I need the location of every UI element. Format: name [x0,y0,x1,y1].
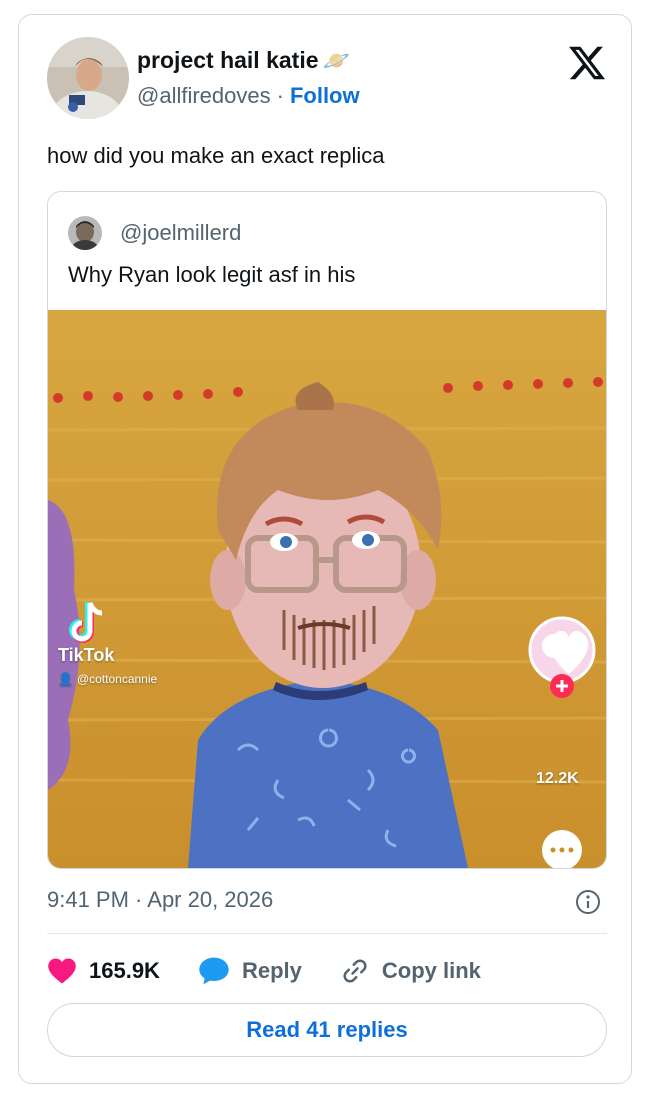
quoted-tweet[interactable]: @joelmillerd Why Ryan look legit asf in … [47,191,607,869]
like-button[interactable]: 165.9K [47,957,160,985]
read-replies-button[interactable]: Read 41 replies [47,1003,607,1057]
embedded-tweet-card: project hail katie 🪐 @allfiredoves · Follo… [18,14,632,1084]
link-icon [343,959,367,983]
tiktok-username: @cottoncannie [76,672,158,686]
reply-button[interactable]: Reply [198,956,302,986]
quoted-handle[interactable]: @joelmillerd [120,220,241,246]
divider [47,933,607,934]
author-handle[interactable]: @allfiredoves [137,83,271,108]
copy-link-label: Copy link [381,958,481,983]
reply-label: Reply [241,958,302,983]
follow-button[interactable]: Follow [290,83,360,108]
speech-bubble-icon [199,957,229,985]
info-icon[interactable] [575,889,601,915]
tiktok-watermark-label: TikTok [58,645,115,665]
planet-emoji-icon: 🪐 [322,47,350,73]
author-avatar[interactable] [47,37,129,119]
quoted-author-avatar[interactable] [68,216,102,250]
video-like-count: 12.2K [536,770,579,787]
quoted-text: Why Ryan look legit asf in his [68,262,356,287]
separator-dot: · [276,83,284,108]
video-thumbnail[interactable]: TikTok 👤 @cottoncannie 12.2K [48,310,606,868]
author-name-text: project hail katie [137,47,319,73]
heart-icon [48,958,76,984]
author-handle-row: @allfiredoves · Follow [137,83,360,109]
user-icon: 👤 [58,672,73,686]
like-count: 165.9K [89,958,160,983]
tweet-timestamp[interactable]: 9:41 PM · Apr 20, 2026 [47,887,273,913]
tiktok-watermark-user: 👤 @cottoncannie [58,672,157,686]
copy-link-button[interactable]: Copy link [340,956,481,986]
x-logo-icon[interactable] [567,43,607,83]
tweet-text: how did you make an exact replica [47,143,385,168]
action-bar: 165.9K Reply Copy link [47,951,481,991]
author-display-name[interactable]: project hail katie 🪐 [137,47,350,74]
